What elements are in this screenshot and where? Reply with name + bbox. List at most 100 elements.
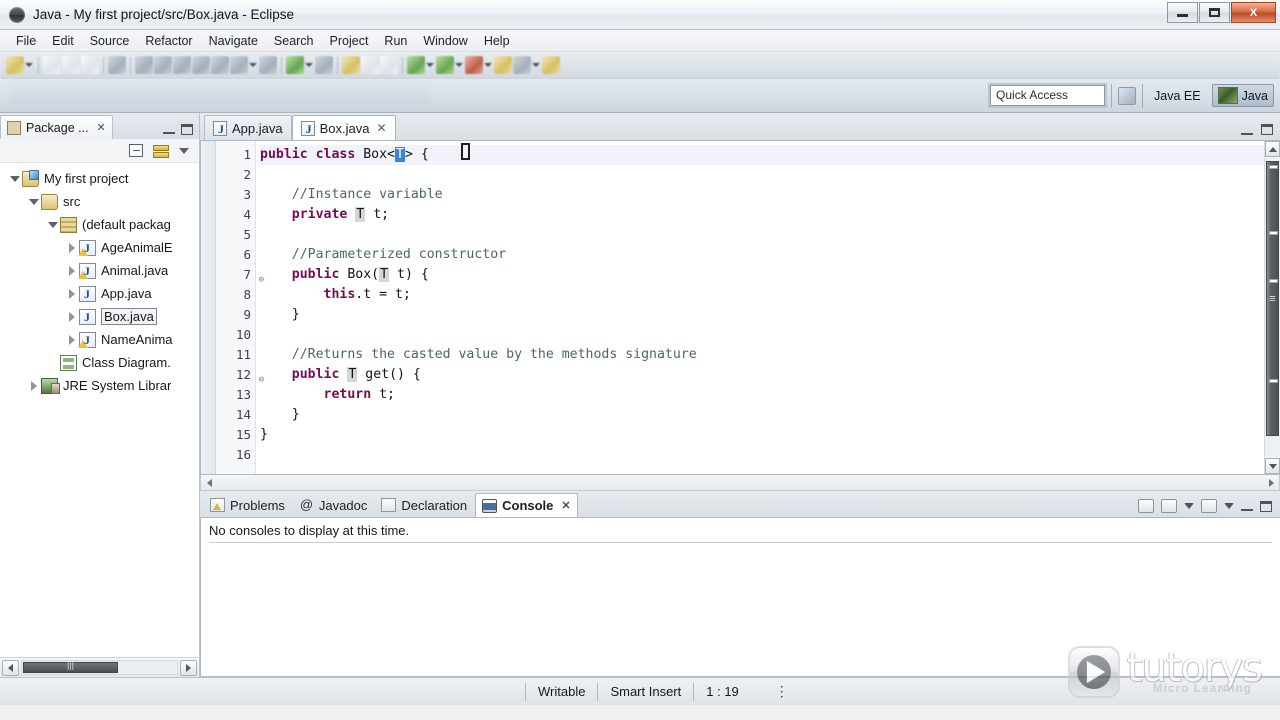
code-line[interactable]: public Box(T t) { [260, 265, 1264, 285]
maximize-button[interactable] [1199, 2, 1230, 23]
hscroll-track[interactable] [21, 660, 178, 675]
tab-javadoc[interactable]: @ Javadoc [293, 493, 373, 517]
scroll-down-icon[interactable] [1265, 458, 1280, 474]
scroll-left-icon[interactable] [2, 659, 19, 676]
menu-source[interactable]: Source [82, 32, 138, 50]
skip-breakpoints-icon[interactable] [513, 56, 531, 74]
editor-horizontal-scrollbar[interactable] [200, 475, 1280, 491]
next-annotation-icon[interactable] [173, 56, 191, 74]
menu-window[interactable]: Window [415, 32, 475, 50]
code-line[interactable] [260, 325, 1264, 345]
tab-problems[interactable]: Problems [204, 493, 291, 517]
run-dropdown-icon[interactable] [426, 56, 435, 74]
export-icon[interactable] [542, 56, 560, 74]
scroll-left-icon[interactable] [201, 476, 217, 490]
scroll-right-icon[interactable] [180, 659, 197, 676]
console-body[interactable]: No consoles to display at this time. [200, 517, 1280, 677]
previous-annotation-icon[interactable] [192, 56, 210, 74]
vscroll-track[interactable] [1265, 157, 1280, 458]
new-wizard-icon[interactable] [6, 56, 24, 74]
code-line[interactable]: this.t = t; [260, 285, 1264, 305]
open-perspective-icon[interactable] [1118, 86, 1137, 105]
tree-item-my-first-project[interactable]: My first project [0, 167, 199, 190]
forward-icon[interactable] [259, 56, 277, 74]
tree-item-nameanima[interactable]: NameAnima [0, 328, 199, 351]
code-line[interactable]: } [260, 425, 1264, 445]
overview-marker[interactable] [1269, 165, 1278, 169]
code-text-area[interactable]: public class Box<T> { //Instance variabl… [256, 141, 1264, 474]
run-as-icon[interactable] [436, 56, 454, 74]
editor-body[interactable]: 1 2 3 4 5 6 7 ⊖ 8 9 10 11 12 ⊖ 13 14 15 16 public class B… [200, 140, 1280, 475]
collapse-all-icon[interactable] [129, 144, 143, 157]
vscroll-thumb[interactable] [1266, 161, 1279, 436]
maximize-icon[interactable] [1260, 500, 1272, 512]
new-java-class-icon[interactable] [286, 56, 304, 74]
overview-marker[interactable] [1269, 231, 1278, 235]
external-tools-icon[interactable] [342, 56, 360, 74]
save-all-icon[interactable] [62, 56, 80, 74]
more-dropdown-icon[interactable] [532, 56, 541, 74]
minimize-icon[interactable] [1241, 125, 1253, 135]
expand-arrow-icon[interactable] [46, 222, 60, 228]
menu-navigate[interactable]: Navigate [201, 32, 266, 50]
tree-item-animal-java[interactable]: Animal.java [0, 259, 199, 282]
menu-edit[interactable]: Edit [44, 32, 82, 50]
scroll-up-icon[interactable] [1265, 141, 1280, 157]
tree-item-ageanimale[interactable]: AgeAnimalE [0, 236, 199, 259]
close-icon[interactable]: ✕ [97, 121, 106, 134]
menu-help[interactable]: Help [476, 32, 518, 50]
collapse-arrow-icon[interactable] [65, 243, 79, 253]
new-console-view-icon[interactable] [1201, 499, 1217, 513]
tab-declaration[interactable]: Declaration [375, 493, 473, 517]
collapse-arrow-icon[interactable] [65, 312, 79, 322]
new-dropdown-icon[interactable] [25, 56, 34, 74]
code-line[interactable]: public class Box<T> { [260, 145, 1264, 165]
close-icon[interactable]: ✕ [376, 121, 386, 135]
overview-marker[interactable] [1269, 279, 1278, 283]
open-task-icon[interactable] [361, 56, 379, 74]
vertical-dots-icon[interactable]: ⋮ [775, 684, 789, 698]
code-line[interactable] [260, 445, 1264, 465]
code-line[interactable] [260, 165, 1264, 185]
code-line[interactable] [260, 225, 1264, 245]
menu-refactor[interactable]: Refactor [137, 32, 200, 50]
maximize-icon[interactable] [181, 124, 193, 135]
collapse-arrow-icon[interactable] [65, 335, 79, 345]
tree-item-jre-system-librar[interactable]: JRE System Librar [0, 374, 199, 397]
debug-dropdown-icon[interactable] [484, 56, 493, 74]
project-tree[interactable]: My first project src(default packag AgeAni… [0, 163, 199, 657]
editor-tab-box-java[interactable]: Box.java ✕ [291, 115, 396, 140]
print-icon[interactable] [81, 56, 99, 74]
code-line[interactable]: return t; [260, 385, 1264, 405]
code-line[interactable]: private T t; [260, 205, 1264, 225]
menu-search[interactable]: Search [266, 32, 322, 50]
back-icon[interactable] [230, 56, 248, 74]
scroll-right-icon[interactable] [1263, 476, 1279, 490]
expand-arrow-icon[interactable] [8, 176, 22, 182]
tab-package-explorer[interactable]: Package ... ✕ [0, 115, 113, 139]
code-line[interactable]: } [260, 305, 1264, 325]
minimize-icon[interactable] [1241, 501, 1253, 511]
open-type-icon[interactable] [135, 56, 153, 74]
code-line[interactable]: } [260, 405, 1264, 425]
collapse-arrow-icon[interactable] [65, 289, 79, 299]
menu-file[interactable]: File [8, 32, 44, 50]
perspective-java-ee[interactable]: Java EE [1149, 87, 1206, 105]
tree-item-box-java[interactable]: Box.java [0, 305, 199, 328]
package-explorer-hscrollbar[interactable] [0, 657, 199, 677]
build-all-icon[interactable] [108, 56, 126, 74]
overview-marker[interactable] [1269, 379, 1278, 383]
display-selected-console-icon[interactable] [1161, 499, 1177, 513]
tree-item-app-java[interactable]: App.java [0, 282, 199, 305]
save-icon[interactable] [43, 56, 61, 74]
editor-tab-app-java[interactable]: App.java [204, 115, 292, 140]
close-icon[interactable]: ✕ [561, 499, 570, 512]
menu-project[interactable]: Project [322, 32, 377, 50]
tab-console[interactable]: Console ✕ [475, 493, 578, 517]
quick-access-input[interactable]: Quick Access [988, 83, 1108, 108]
collapse-arrow-icon[interactable] [65, 266, 79, 276]
debug-icon[interactable] [465, 56, 483, 74]
view-menu-icon[interactable] [179, 147, 189, 154]
editor-vertical-scrollbar[interactable] [1264, 141, 1280, 474]
console-dropdown-icon[interactable] [1184, 503, 1194, 509]
